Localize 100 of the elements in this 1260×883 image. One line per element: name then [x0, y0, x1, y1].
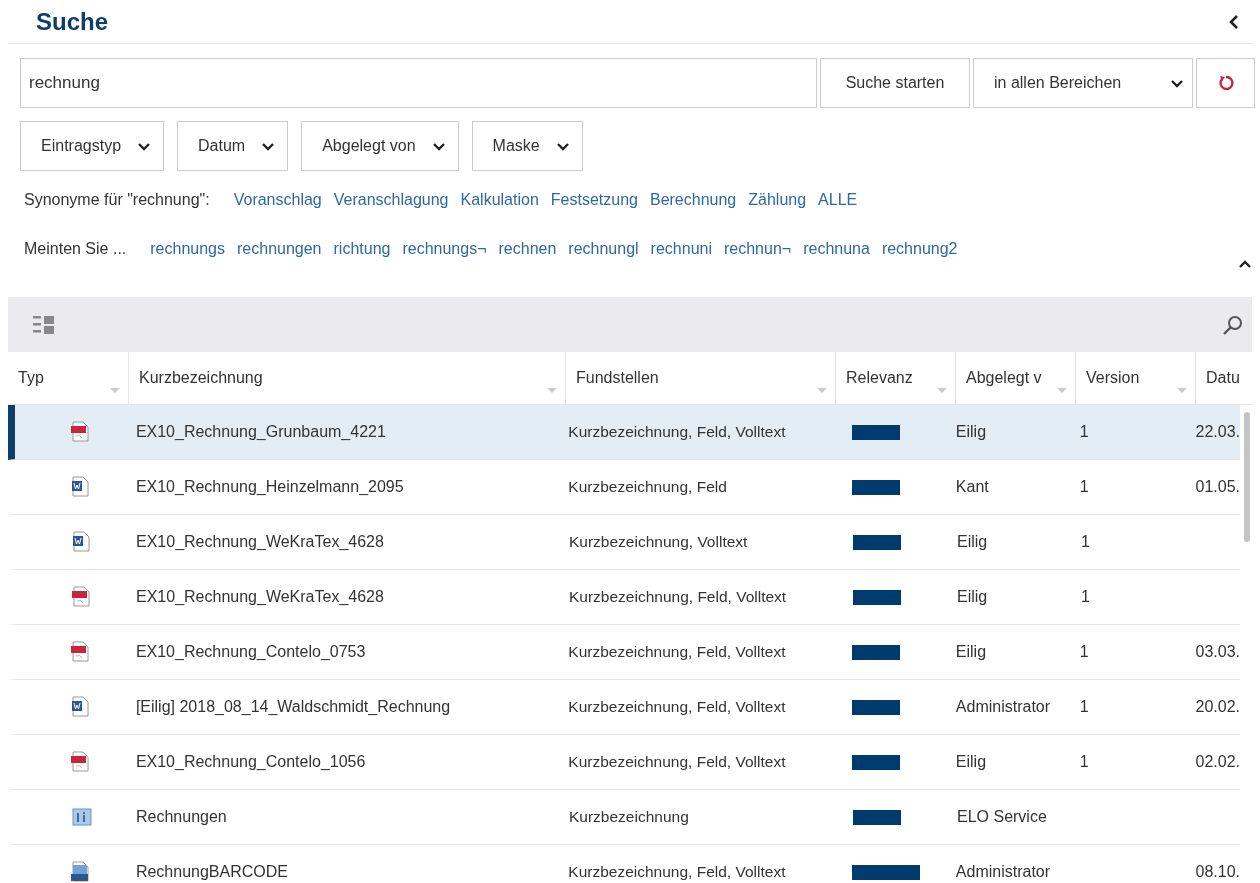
table-cell: EX10_Rechnung_Contelo_1056 [135, 753, 366, 770]
result-row[interactable]: EX10_Rechnung_Heinzelmann_2095 Kurzbezeichnung, Feld Kant 1 01.05. [8, 460, 1240, 515]
search-icon[interactable] [1222, 313, 1244, 336]
synonyms-label: Synonyme für "rechnung": [24, 190, 210, 210]
table-cell: Kurzbezeichnung, Feld, Volltext [568, 863, 786, 880]
synonym-link[interactable]: ALLE [818, 188, 858, 212]
table-cell: Kurzbezeichnung, Feld, Volltext [568, 753, 786, 770]
sort-caret-icon [937, 388, 947, 394]
column-header[interactable]: Version [1075, 352, 1195, 404]
column-header[interactable]: Typ [8, 352, 128, 404]
table-cell: Kurzbezeichnung, Feld, Volltext [568, 423, 786, 440]
table-cell: Eilig [955, 423, 987, 440]
table-cell: Eilig [955, 643, 987, 660]
collapse-up-icon [1238, 260, 1252, 269]
pdf-file-icon [70, 586, 93, 608]
result-row[interactable]: [Eilig] 2018_08_14_Waldschmidt_Rechnung Kurzbezeichnung, Feld, Volltext Administrator 1 20.02. [8, 680, 1240, 735]
synonym-link[interactable]: Voranschlag [233, 188, 322, 212]
table-cell: ELO Service [957, 808, 1047, 825]
column-header[interactable]: Kurzbezeichnung [128, 352, 565, 404]
scope-dropdown[interactable]: in allen Bereichen [973, 58, 1193, 108]
table-cell: 20.02. [1195, 698, 1240, 715]
result-row[interactable]: Rechnungen Kurzbezeichnung ELO Service [8, 790, 1240, 845]
view-toggle-icon[interactable] [32, 313, 56, 336]
chevron-down-icon [1170, 78, 1184, 88]
suggestion-link[interactable]: rechnuna [803, 237, 870, 261]
table-cell: Kurzbezeichnung, Feld [568, 478, 727, 495]
suggestion-link[interactable]: rechnung2 [881, 237, 958, 261]
reset-button[interactable] [1196, 58, 1255, 108]
result-row[interactable]: EX10_Rechnung_Grunbaum_4221 Kurzbezeichnung, Feld, Volltext Eilig 1 22.03. [8, 405, 1240, 460]
table-cell: Eilig [955, 753, 987, 770]
suggestions-label: Meinten Sie ... [24, 239, 127, 259]
synonym-link[interactable]: Veranschlagung [333, 188, 449, 212]
suggestion-link[interactable]: rechnungs [150, 237, 225, 261]
reset-icon [1216, 74, 1235, 92]
result-row[interactable]: EX10_Rechnung_Contelo_0753 Kurzbezeichnung, Feld, Volltext Eilig 1 03.03. [8, 625, 1240, 680]
filter-dropdown[interactable]: Datum [177, 121, 289, 171]
result-row[interactable]: EX10_Rechnung_WeKraTex_4628 Kurzbezeichnung, Feld, Volltext Eilig 1 [8, 570, 1240, 625]
synonym-link[interactable]: Festsetzung [550, 188, 638, 212]
scrollbar[interactable] [1244, 412, 1250, 542]
table-cell: EX10_Rechnung_WeKraTex_4628 [136, 588, 384, 605]
table-cell: Kurzbezeichnung [569, 808, 689, 825]
synonym-link[interactable]: Zählung [748, 188, 807, 212]
chevron-down-icon [431, 141, 446, 151]
table-cell: [Eilig] 2018_08_14_Waldschmidt_Rechnung [135, 698, 451, 715]
result-row[interactable]: RechnungBARCODE Kurzbezeichnung, Feld, Volltext Administrator 08.10. [8, 845, 1240, 883]
suggestion-link[interactable]: richtung [333, 237, 391, 261]
table-cell: Administrator [955, 698, 1051, 715]
filter-dropdown[interactable]: Maske [471, 121, 583, 171]
chevron-down-icon [261, 141, 276, 151]
table-cell: Administrator [955, 863, 1051, 880]
suggestion-link[interactable]: rechnungs¬ [402, 237, 487, 261]
table-cell: EX10_Rechnung_Heinzelmann_2095 [135, 478, 404, 495]
table-cell: Kurzbezeichnung, Feld, Volltext [568, 643, 786, 660]
sort-caret-icon [1057, 388, 1067, 394]
table-cell: 03.03. [1195, 643, 1240, 660]
suggestion-link[interactable]: rechnen [498, 237, 557, 261]
column-header[interactable]: Datu [1195, 352, 1240, 404]
table-cell: Rechnungen [136, 808, 227, 825]
info-file-icon [70, 806, 93, 828]
table-cell: 01.05. [1195, 478, 1240, 495]
synonym-link[interactable]: Kalkulation [460, 188, 539, 212]
column-header[interactable]: Relevanz [835, 352, 955, 404]
column-header[interactable]: Abgelegt v [955, 352, 1075, 404]
table-cell: 08.10. [1195, 863, 1240, 880]
suggestion-link[interactable]: rechnuni [650, 237, 712, 261]
table-cell: 1 [1079, 423, 1089, 440]
table-cell: EX10_Rechnung_WeKraTex_4628 [136, 533, 384, 550]
collapse-icon[interactable] [1228, 13, 1240, 30]
suggestion-link[interactable]: rechnun¬ [724, 237, 792, 261]
sort-caret-icon [547, 388, 557, 394]
table-cell: 1 [1079, 643, 1089, 660]
sort-caret-icon [817, 388, 827, 394]
panel-title: Suche [36, 6, 109, 37]
table-cell: 1 [1081, 588, 1090, 605]
table-cell: 22.03. [1195, 423, 1240, 440]
table-cell: 1 [1081, 533, 1090, 550]
filter-dropdown[interactable]: Abgelegt von [301, 121, 459, 171]
table-cell: Kurzbezeichnung, Volltext [569, 533, 748, 550]
table-cell: EX10_Rechnung_Contelo_0753 [135, 643, 366, 660]
table-cell: Kant [955, 478, 989, 495]
table-cell: Kurzbezeichnung, Feld, Volltext [568, 698, 786, 715]
filter-dropdown[interactable]: Eintragstyp [20, 121, 165, 171]
sort-caret-icon [1177, 388, 1187, 394]
synonym-link[interactable]: Berechnung [649, 188, 737, 212]
word-file-icon [70, 531, 93, 553]
table-cell: Kurzbezeichnung, Feld, Volltext [569, 588, 787, 605]
table-cell: EX10_Rechnung_Grunbaum_4221 [135, 423, 386, 440]
search-button[interactable]: Suche starten [820, 58, 970, 108]
column-header[interactable]: Fundstellen [565, 352, 835, 404]
table-cell: 1 [1079, 753, 1089, 770]
table-cell: RechnungBARCODE [135, 863, 288, 880]
suggestion-link[interactable]: rechnungl [568, 237, 639, 261]
table-cell: 1 [1079, 478, 1089, 495]
result-row[interactable]: EX10_Rechnung_Contelo_1056 Kurzbezeichnung, Feld, Volltext Eilig 1 02.02. [8, 735, 1240, 790]
result-row[interactable]: EX10_Rechnung_WeKraTex_4628 Kurzbezeichnung, Volltext Eilig 1 [8, 515, 1240, 570]
suggestion-link[interactable]: rechnungen [237, 237, 322, 261]
search-field[interactable]: rechnung [20, 58, 817, 108]
table-cell: 02.02. [1195, 753, 1240, 770]
table-cell: 1 [1079, 698, 1089, 715]
sort-caret-icon [110, 388, 120, 394]
